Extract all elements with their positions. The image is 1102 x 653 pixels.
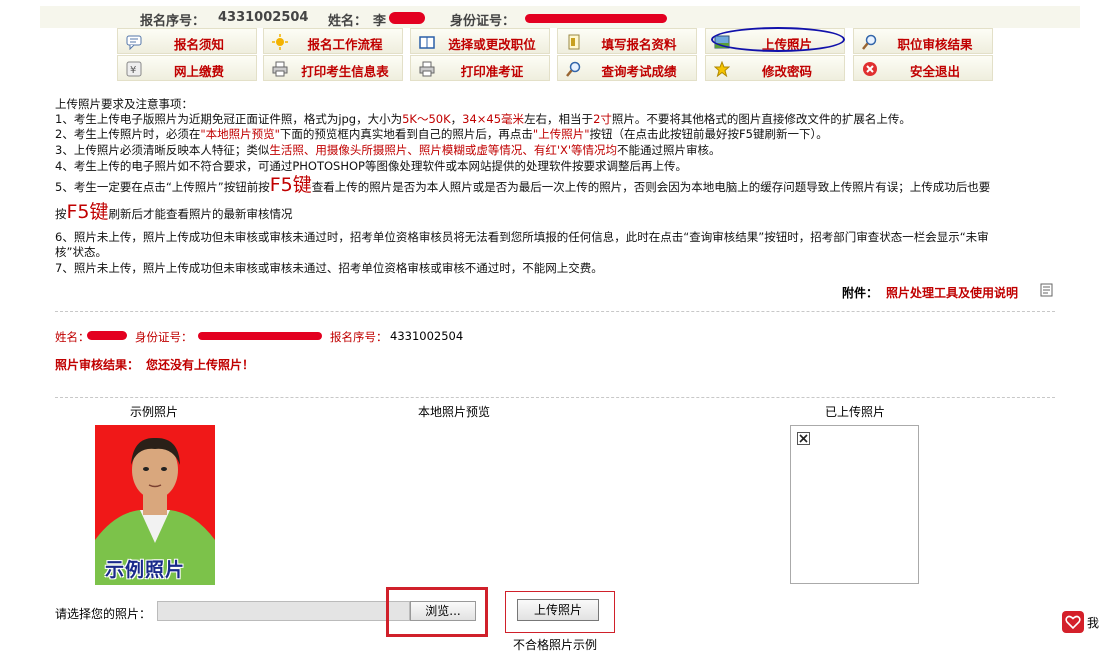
redaction-mark (525, 14, 667, 23)
info-name-label: 姓名： (55, 330, 90, 344)
file-path-input[interactable] (157, 601, 410, 621)
widget-label[interactable]: 我 (1087, 614, 1099, 631)
nav-print-info-button[interactable]: 打印考生信息表 (263, 55, 403, 81)
redaction-mark (389, 12, 425, 24)
upload-photo-button[interactable]: 上传照片 (517, 599, 599, 621)
nav-label: 打印考生信息表 (301, 64, 389, 79)
nav-label: 网上缴费 (173, 64, 224, 79)
note-5-line1: 5、考生一定要在点击“上传照片”按钮前按F5键查看上传的照片是否为本人照片或是否… (55, 174, 991, 196)
nav-payment-button[interactable]: ¥ 网上缴费 (117, 55, 257, 81)
nav-logout-button[interactable]: 安全退出 (853, 55, 993, 81)
note-2: 2、考生上传照片时，必须在"本地照片预览"下面的预览框内真实地看到自己的照片后，… (55, 127, 828, 141)
attachment-link[interactable]: 照片处理工具及使用说明 (886, 284, 1018, 301)
stop-icon (863, 62, 877, 76)
note-6-line2: 核”状态。 (55, 245, 107, 259)
note-7: 7、照片未上传，照片上传成功但未审核或审核未通过、招考单位资格审核或审核不通过时… (55, 261, 603, 275)
document-icon (1040, 283, 1053, 297)
nav-change-password-button[interactable]: 修改密码 (705, 55, 845, 81)
nav-fill-info-button[interactable]: 填写报名资料 (557, 28, 697, 54)
redaction-mark (198, 332, 322, 340)
note-1: 1、考生上传电子版照片为近期免冠正面证件照，格式为jpg，大小为5K～50K，3… (55, 112, 911, 126)
sample-photo: 示例照片 (95, 425, 215, 585)
reg-no-value: 4331002504 (218, 10, 309, 25)
nav-label: 职位审核结果 (897, 37, 973, 52)
info-reg-value: 4331002504 (390, 329, 464, 343)
sample-photo-caption: 示例照片 (105, 559, 186, 581)
review-result-label: 照片审核结果： (55, 358, 140, 372)
note-3: 3、上传照片必须清晰反映本人特征；类似生活照、用摄像头所摄照片、照片模糊或虚等情… (55, 143, 721, 157)
divider (55, 397, 1055, 398)
magnifier-icon (862, 34, 877, 50)
nav-label: 打印准考证 (460, 64, 524, 79)
review-result-value: 您还没有上传照片！ (146, 358, 255, 372)
attachment-label: 附件： (842, 286, 879, 300)
nav-scores-button[interactable]: 查询考试成绩 (557, 55, 697, 81)
info-id-label: 身份证号： (135, 330, 193, 344)
sample-photo-title: 示例照片 (130, 405, 179, 419)
speech-bubble-icon (126, 35, 142, 50)
nav-label: 填写报名资料 (601, 37, 677, 52)
uploaded-title: 已上传照片 (825, 405, 886, 419)
choose-photo-label: 请选择您的照片： (55, 607, 152, 621)
uploaded-photo-box (790, 425, 919, 584)
id-label: 身份证号： (450, 14, 516, 29)
printer-icon (419, 61, 435, 77)
note-4: 4、考生上传的电子照片如不符合要求，可通过PHOTOSHOP等图像处理软件或本网… (55, 159, 687, 173)
redaction-mark (87, 331, 127, 340)
nav-position-review-button[interactable]: 职位审核结果 (853, 28, 993, 54)
info-reg-label: 报名序号： (330, 330, 388, 344)
magnifier-icon (566, 61, 581, 77)
name-value: 李 (373, 14, 387, 29)
divider (55, 311, 1055, 312)
book-icon (419, 36, 435, 49)
bad-example-link[interactable]: 不合格照片示例 (513, 636, 597, 653)
name-label: 姓名： (328, 14, 368, 29)
document-icon (568, 34, 580, 50)
yen-icon: ¥ (126, 61, 142, 77)
sun-icon (272, 34, 288, 50)
nav-label: 选择或更改职位 (448, 37, 536, 52)
note-6-line1: 6、照片未上传，照片上传成功但未审核或审核未通过时，招考单位资格审核员将无法看到… (55, 230, 989, 244)
active-nav-highlight (711, 27, 845, 52)
svg-text:¥: ¥ (130, 65, 136, 76)
nav-choose-position-button[interactable]: 选择或更改职位 (410, 28, 550, 54)
nav-process-button[interactable]: 报名工作流程 (263, 28, 403, 54)
nav-label: 报名须知 (173, 37, 224, 52)
heart-chat-icon[interactable] (1062, 611, 1084, 633)
note-5-line2: 按F5键刷新后才能查看照片的最新审核情况 (55, 201, 293, 223)
nav-label: 报名工作流程 (307, 37, 383, 52)
star-icon (714, 61, 730, 77)
preview-title: 本地照片预览 (418, 405, 491, 419)
printer-icon (272, 61, 288, 77)
nav-label: 修改密码 (761, 64, 812, 79)
nav-label: 安全退出 (909, 64, 960, 79)
notes-title: 上传照片要求及注意事项： (55, 97, 193, 111)
nav-notice-button[interactable]: 报名须知 (117, 28, 257, 54)
nav-print-admission-button[interactable]: 打印准考证 (410, 55, 550, 81)
nav-label: 查询考试成绩 (601, 64, 677, 79)
reg-no-label: 报名序号： (140, 14, 206, 29)
broken-image-icon (797, 432, 810, 445)
annotation-highlight (386, 587, 488, 637)
